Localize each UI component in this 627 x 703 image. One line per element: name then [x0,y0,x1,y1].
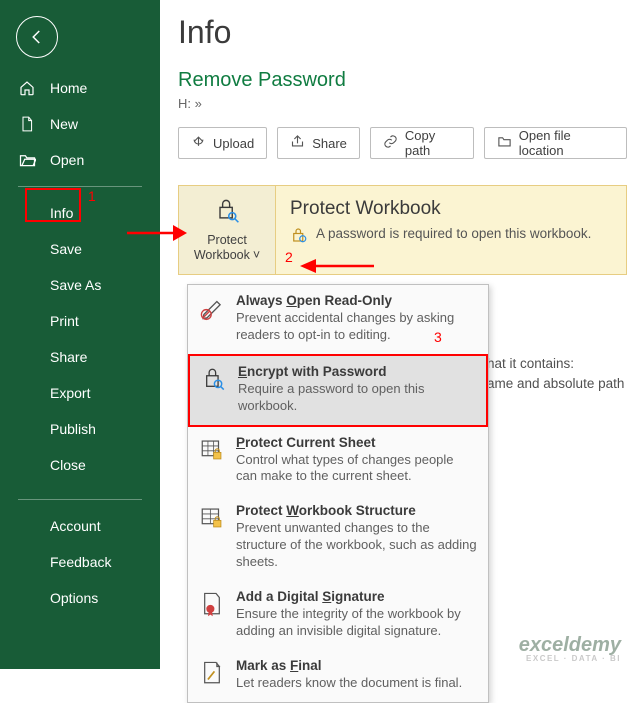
nav-label: Publish [50,421,96,437]
nav-open[interactable]: Open [0,142,160,178]
nav-label: Share [50,349,87,365]
nav-account[interactable]: Account [0,508,160,544]
chevron-down-icon: ˅ [253,248,260,262]
protect-heading: Protect Workbook [290,198,612,220]
menu-title: Protect Current Sheet [236,435,478,450]
nav-label: Close [50,457,86,473]
lock-key-icon [200,364,228,415]
nav-save[interactable]: Save [0,231,160,267]
nav-label: Print [50,313,79,329]
menu-desc: Let readers know the document is final. [236,675,478,692]
open-icon [18,153,36,167]
home-icon [18,80,36,96]
upload-button[interactable]: Upload [178,127,267,159]
nav-divider [18,186,142,187]
upload-icon [191,134,206,152]
back-button[interactable] [16,16,58,58]
nav-label: Save As [50,277,101,293]
document-title: Remove Password [178,69,627,92]
document-final-icon [198,658,226,692]
menu-desc: Require a password to open this workbook… [238,381,476,415]
menu-mark-final[interactable]: Mark as Final Let readers know the docume… [188,650,488,702]
copy-path-button[interactable]: Copy path [370,127,474,159]
nav-save-as[interactable]: Save As [0,267,160,303]
menu-title: Protect Workbook Structure [236,503,478,518]
nav-label: Feedback [50,554,111,570]
menu-digital-signature[interactable]: Add a Digital Signature Ensure the integr… [188,581,488,650]
folder-icon [497,134,512,152]
lock-person-icon [290,226,308,247]
menu-title: Encrypt with Password [238,364,476,379]
action-label: Share [312,136,347,151]
nav-feedback[interactable]: Feedback [0,544,160,580]
menu-always-open-readonly[interactable]: Always Open Read-Only Prevent accidental … [188,285,488,354]
pencil-block-icon [198,293,226,344]
lock-key-icon [213,196,241,229]
nav-close[interactable]: Close [0,447,160,483]
nav-publish[interactable]: Publish [0,411,160,447]
backstage-sidebar: Home New Open Info Save Save As Print Sh… [0,0,160,669]
background-text: hat it contains: ame and absolute path [487,354,624,393]
protect-info: Protect Workbook A password is required … [275,185,627,275]
protect-dropdown-menu: Always Open Read-Only Prevent accidental … [187,284,489,703]
nav-divider [18,499,142,500]
nav-label: Save [50,241,82,257]
menu-protect-sheet[interactable]: Protect Current Sheet Control what types … [188,427,488,496]
open-location-button[interactable]: Open file location [484,127,627,159]
action-label: Copy path [405,128,461,158]
menu-desc: Prevent unwanted changes to the structur… [236,520,478,571]
nav-label: Account [50,518,101,534]
workbook-lock-icon [198,503,226,571]
document-path: H: » [178,96,627,111]
nav-share[interactable]: Share [0,339,160,375]
nav-export[interactable]: Export [0,375,160,411]
nav-label: Open [50,152,84,168]
menu-title: Always Open Read-Only [236,293,478,308]
page-title: Info [178,14,627,51]
nav-label: New [50,116,78,132]
certificate-icon [198,589,226,640]
action-label: Upload [213,136,254,151]
protect-desc: A password is required to open this work… [316,226,591,241]
watermark: exceldemy EXCEL · DATA · BI [519,635,621,663]
menu-title: Mark as Final [236,658,478,673]
nav-label: Home [50,80,87,96]
menu-encrypt-password[interactable]: Encrypt with Password Require a password … [188,354,488,427]
menu-desc: Ensure the integrity of the workbook by … [236,606,478,640]
link-icon [383,134,398,152]
menu-desc: Control what types of changes people can… [236,452,478,486]
menu-protect-structure[interactable]: Protect Workbook Structure Prevent unwant… [188,495,488,581]
nav-info[interactable]: Info [0,195,160,231]
action-label: Open file location [519,128,614,158]
nav-label: Options [50,590,98,606]
nav-label: Info [50,205,73,221]
action-row: Upload Share Copy path Open file locatio… [178,127,627,159]
nav-label: Export [50,385,90,401]
nav-print[interactable]: Print [0,303,160,339]
sheet-lock-icon [198,435,226,486]
menu-title: Add a Digital Signature [236,589,478,604]
share-icon [290,134,305,152]
nav-home[interactable]: Home [0,70,160,106]
new-icon [18,116,36,132]
menu-desc: Prevent accidental changes by asking rea… [236,310,478,344]
share-button[interactable]: Share [277,127,360,159]
protect-section: ProtectWorkbook˅ Protect Workbook A pass… [178,185,627,275]
nav-options[interactable]: Options [0,580,160,616]
nav-new[interactable]: New [0,106,160,142]
protect-workbook-button[interactable]: ProtectWorkbook˅ [178,185,275,275]
